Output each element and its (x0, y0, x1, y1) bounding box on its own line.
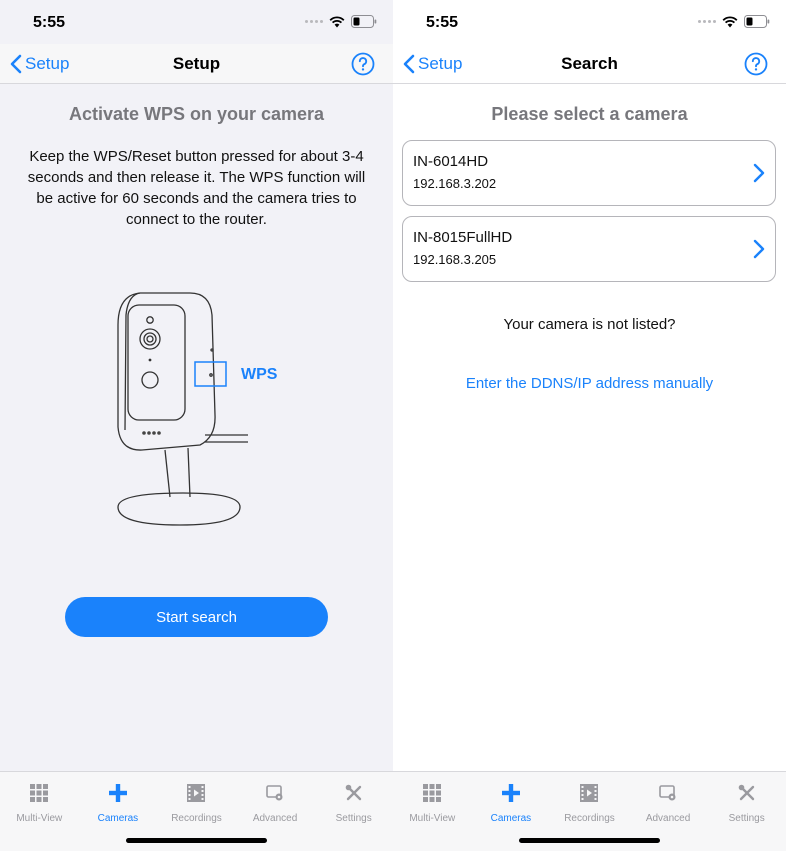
question-circle-icon[interactable] (351, 52, 375, 76)
wps-callout-label: WPS (241, 366, 278, 383)
grid-icon (421, 782, 443, 804)
cellular-signal-icon (698, 20, 716, 23)
wps-instructions: Keep the WPS/Reset button pressed for ab… (27, 148, 366, 228)
chevron-right-icon (753, 239, 765, 259)
status-bar: 5:55 (0, 0, 393, 46)
start-search-button[interactable]: Start search (65, 597, 328, 637)
plus-icon (500, 782, 522, 804)
tab-settings[interactable]: Settings (707, 772, 786, 851)
tab-label: Cameras (490, 813, 532, 824)
tab-label: Settings (728, 813, 765, 824)
tab-label: Recordings (171, 813, 222, 824)
tab-label: Settings (335, 813, 372, 824)
camera-list-item[interactable]: IN-8015FullHD 192.168.3.205 (402, 216, 776, 282)
status-bar: 5:55 (393, 0, 786, 46)
camera-list-item[interactable]: IN-6014HD 192.168.3.202 (402, 140, 776, 206)
camera-ip: 192.168.3.202 (413, 176, 497, 191)
film-icon (185, 782, 207, 804)
home-indicator[interactable] (519, 838, 660, 843)
grid-icon (28, 782, 50, 804)
chevron-right-icon (753, 163, 765, 183)
plus-icon (107, 782, 129, 804)
wps-setup-screen: 5:55 Setup Setup Activate WPS on your ca… (0, 0, 393, 851)
camera-name: IN-8015FullHD (413, 229, 513, 246)
tab-label: Advanced (645, 813, 691, 824)
wifi-icon (329, 15, 345, 27)
advanced-camera-icon (657, 782, 679, 804)
home-indicator[interactable] (126, 838, 267, 843)
camera-search-screen: 5:55 Setup Search Please select a camera… (393, 0, 786, 851)
status-time: 5:55 (33, 14, 66, 31)
tools-icon (343, 782, 365, 804)
camera-name: IN-6014HD (413, 153, 489, 170)
nav-title: Setup (172, 54, 221, 73)
navigation-bar: Setup Search (393, 44, 786, 84)
battery-icon (744, 15, 770, 28)
tab-label: Recordings (564, 813, 615, 824)
select-camera-title: Please select a camera (491, 104, 688, 124)
wps-title: Activate WPS on your camera (68, 104, 325, 124)
not-listed-text: Your camera is not listed? (503, 316, 676, 333)
status-time: 5:55 (426, 14, 459, 31)
tab-label: Multi-View (409, 813, 456, 824)
camera-illustration (117, 292, 248, 526)
manual-entry-link[interactable]: Enter the DDNS/IP address manually (393, 375, 786, 392)
camera-ip: 192.168.3.205 (413, 252, 497, 267)
tab-label: Advanced (252, 813, 298, 824)
question-circle-icon[interactable] (744, 52, 768, 76)
tab-settings[interactable]: Settings (314, 772, 393, 851)
tab-multi-view[interactable]: Multi-View (393, 772, 472, 851)
film-icon (578, 782, 600, 804)
tools-icon (736, 782, 758, 804)
battery-icon (351, 15, 377, 28)
nav-title: Search (561, 54, 618, 73)
navigation-bar: Setup Setup (0, 44, 393, 84)
advanced-camera-icon (264, 782, 286, 804)
tab-label: Multi-View (16, 813, 63, 824)
wifi-icon (722, 15, 738, 27)
cellular-signal-icon (305, 20, 323, 23)
tab-multi-view[interactable]: Multi-View (0, 772, 79, 851)
tab-label: Cameras (97, 813, 139, 824)
